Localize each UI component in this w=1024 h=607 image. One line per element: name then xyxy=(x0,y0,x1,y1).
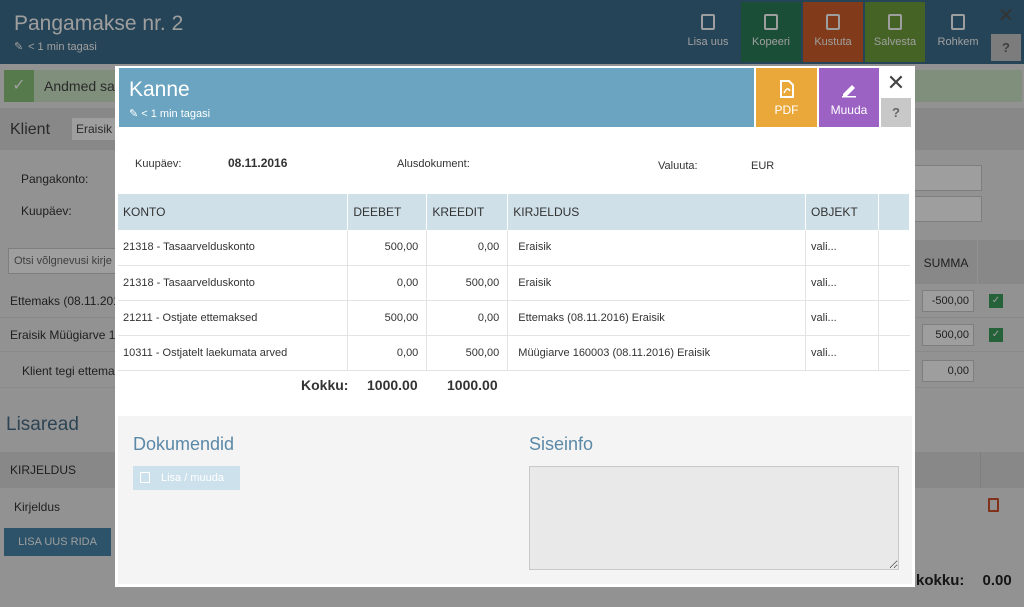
entry-row: 21318 - Tasaarvelduskonto 0,00 500,00 Erais… xyxy=(118,265,910,301)
entry-kirjeldus: Müügiarve 160003 (08.11.2016) Eraisik xyxy=(507,335,807,371)
pdf-label: PDF xyxy=(774,103,799,117)
column-objekt: OBJEKT xyxy=(805,194,879,230)
entry-konto: 21211 - Ostjate ettemaksed xyxy=(118,300,349,336)
column-kirjeldus: KIRJELDUS xyxy=(507,194,807,230)
entry-konto: 21318 - Tasaarvelduskonto xyxy=(118,265,349,301)
modal-last-edited: < 1 min tagasi xyxy=(141,108,211,120)
entry-objekt[interactable]: vali... xyxy=(805,265,879,301)
edit-icon xyxy=(842,85,856,98)
modal-close-icon[interactable]: ✕ xyxy=(885,72,907,94)
document-icon xyxy=(140,472,150,483)
entry-deebet: 500,00 xyxy=(347,300,428,336)
entry-kreedit: 500,00 xyxy=(426,265,509,301)
kuupaev-value: 08.11.2016 xyxy=(228,156,288,170)
entry-kirjeldus: Eraisik xyxy=(507,265,807,301)
entry-objekt[interactable]: vali... xyxy=(805,335,879,371)
entry-konto: 21318 - Tasaarvelduskonto xyxy=(118,230,349,266)
entry-deebet: 0,00 xyxy=(347,335,428,371)
lisa-muuda-label: Lisa / muuda xyxy=(161,472,224,484)
entry-kreedit: 500,00 xyxy=(426,335,509,371)
entry-actions xyxy=(878,265,910,301)
kanne-modal: Kanne ✎ < 1 min tagasi PDF Muuda ✕ ? Kuu… xyxy=(115,66,915,587)
lisa-muuda-button[interactable]: Lisa / muuda xyxy=(133,466,240,490)
pdf-icon xyxy=(779,80,794,98)
siseinfo-textarea[interactable] xyxy=(529,466,899,570)
kuupaev-label: Kuupäev: xyxy=(135,158,182,170)
modal-title: Kanne xyxy=(129,78,190,101)
valuuta-value: EUR xyxy=(751,160,775,172)
entry-row: 21211 - Ostjate ettemaksed 500,00 0,00 Ette… xyxy=(118,300,910,336)
entry-kirjeldus: Ettemaks (08.11.2016) Eraisik xyxy=(507,300,807,336)
muuda-button[interactable]: Muuda xyxy=(819,68,879,127)
kokku-deebet: 1000.00 xyxy=(367,377,418,393)
entry-konto: 10311 - Ostjatelt laekumata arved xyxy=(118,335,349,371)
modal-subtitle: ✎ < 1 min tagasi xyxy=(129,107,210,120)
modal-help-button[interactable]: ? xyxy=(881,98,911,127)
entry-deebet: 0,00 xyxy=(347,265,428,301)
entry-actions xyxy=(878,300,910,336)
entry-objekt[interactable]: vali... xyxy=(805,230,879,266)
valuuta-label: Valuuta: xyxy=(658,160,698,172)
muuda-label: Muuda xyxy=(830,103,868,117)
entry-actions xyxy=(878,335,910,371)
column-konto: KONTO xyxy=(118,194,349,230)
entries-header-row: KONTO DEEBET KREEDIT KIRJELDUS OBJEKT xyxy=(118,194,911,230)
entry-actions xyxy=(878,230,910,266)
siseinfo-title: Siseinfo xyxy=(529,434,594,454)
entry-kreedit: 0,00 xyxy=(426,230,509,266)
entry-objekt[interactable]: vali... xyxy=(805,300,879,336)
dokumendid-title: Dokumendid xyxy=(133,434,235,454)
entries-table: KONTO DEEBET KREEDIT KIRJELDUS OBJEKT 21… xyxy=(118,194,911,371)
column-kreedit: KREEDIT xyxy=(426,194,509,230)
column-deebet: DEEBET xyxy=(347,194,428,230)
pdf-button[interactable]: PDF xyxy=(756,68,817,127)
alusdokument-label: Alusdokument: xyxy=(397,158,470,170)
entry-row: 21318 - Tasaarvelduskonto 500,00 0,00 Erais… xyxy=(118,230,910,266)
entry-kirjeldus: Eraisik xyxy=(507,230,807,266)
entry-row: 10311 - Ostjatelt laekumata arved 0,00 500… xyxy=(118,335,910,371)
modal-header: Kanne ✎ < 1 min tagasi xyxy=(119,68,754,127)
entry-deebet: 500,00 xyxy=(347,230,428,266)
column-actions xyxy=(878,194,911,230)
kokku-label: Kokku: xyxy=(301,377,349,393)
pen-icon: ✎ xyxy=(129,108,139,120)
kokku-kreedit: 1000.00 xyxy=(447,377,498,393)
entry-kreedit: 0,00 xyxy=(426,300,509,336)
modal-bottom-section: Dokumendid Lisa / muuda Siseinfo xyxy=(118,416,912,584)
